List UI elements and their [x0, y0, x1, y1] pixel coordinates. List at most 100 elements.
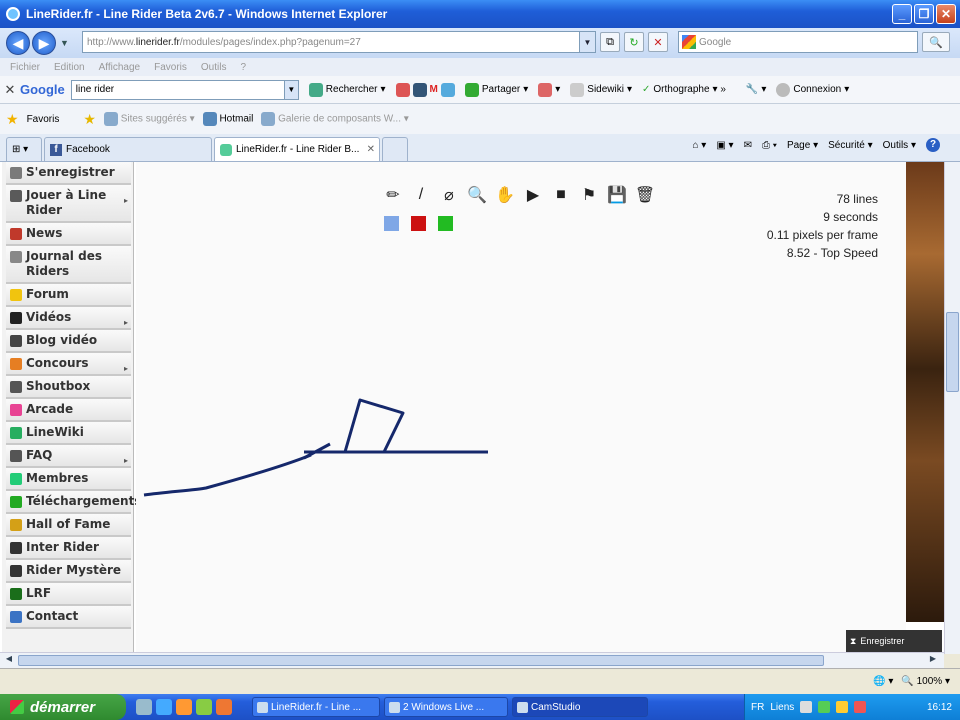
- new-tab-button[interactable]: [382, 137, 408, 161]
- menu-outils[interactable]: Outils: [201, 62, 227, 73]
- connexion-button[interactable]: Connexion ▾: [776, 82, 849, 97]
- media-icon[interactable]: [176, 699, 192, 715]
- tab-close-icon[interactable]: ✕: [367, 144, 375, 155]
- search-input[interactable]: Google: [678, 31, 918, 53]
- tray-icon-4[interactable]: [854, 701, 867, 713]
- sidebar-item-icon: [10, 473, 22, 485]
- sidebar-item-hall-of-fame[interactable]: Hall of Fame: [6, 514, 131, 537]
- search-button[interactable]: 🔍: [922, 32, 950, 52]
- tools-menu[interactable]: Outils ▾: [883, 140, 916, 151]
- tray-icon-1[interactable]: [800, 701, 813, 713]
- favorites-button[interactable]: Favoris: [27, 114, 60, 125]
- close-button[interactable]: ✕: [936, 4, 956, 24]
- hotmail-link[interactable]: Hotmail: [202, 112, 253, 126]
- address-bar[interactable]: http://www. linerider.fr/modules/pages/in…: [82, 31, 596, 53]
- address-dropdown-icon[interactable]: ▼: [579, 32, 595, 52]
- sidebar-item-jouer-à-line-rider[interactable]: Jouer à Line Rider ▸: [6, 185, 131, 223]
- suggested-sites-link[interactable]: Sites suggérés ▾: [103, 112, 195, 126]
- ie-launch-icon[interactable]: [156, 699, 172, 715]
- horizontal-scrollbar[interactable]: ◀ ▶: [0, 652, 944, 668]
- sidebar-item-inter-rider[interactable]: Inter Rider: [6, 537, 131, 560]
- desktop-icon[interactable]: [136, 699, 152, 715]
- sidebar-item-concours[interactable]: Concours ▸: [6, 353, 131, 376]
- history-dropdown-icon[interactable]: ▼: [60, 38, 69, 48]
- security-menu[interactable]: Sécurité ▾: [828, 140, 873, 151]
- maximize-button[interactable]: ❐: [914, 4, 934, 24]
- clock: 16:12: [926, 701, 952, 713]
- horizontal-scroll-thumb[interactable]: [18, 655, 824, 666]
- rechercher-label: Rechercher: [325, 84, 378, 95]
- page-menu[interactable]: Page ▾: [787, 140, 818, 151]
- sidebar-item-label: Téléchargements: [26, 494, 142, 508]
- stop-icon[interactable]: ✕: [648, 32, 668, 52]
- messenger-icon[interactable]: [196, 699, 212, 715]
- task-linerider[interactable]: LineRider.fr - Line ...: [252, 697, 380, 717]
- sidebar-item-s-enregistrer[interactable]: S'enregistrer: [6, 162, 131, 185]
- sidebar-item-rider-mystère[interactable]: Rider Mystère: [6, 560, 131, 583]
- sidebar-item-arcade[interactable]: Arcade: [6, 399, 131, 422]
- menu-affichage[interactable]: Affichage: [99, 62, 141, 73]
- task-windows-live[interactable]: 2 Windows Live ...: [384, 697, 508, 717]
- window-titlebar: LineRider.fr - Line Rider Beta 2v6.7 - W…: [0, 0, 960, 28]
- links-toolbar[interactable]: Liens: [770, 702, 794, 713]
- forward-button[interactable]: ▶: [32, 31, 56, 55]
- vertical-scrollbar[interactable]: [944, 162, 960, 654]
- minimize-button[interactable]: _: [892, 4, 912, 24]
- google-search-input[interactable]: line rider ▼: [70, 79, 299, 100]
- wrench-button[interactable]: 🔧 ▾: [746, 84, 766, 95]
- connexion-label: Connexion: [793, 84, 842, 95]
- sidebar-item-lrf[interactable]: LRF: [6, 583, 131, 606]
- sidebar-item-shoutbox[interactable]: Shoutbox: [6, 376, 131, 399]
- compat-view-icon[interactable]: ⧉: [600, 32, 620, 52]
- feeds-icon[interactable]: ▣ ▾: [716, 140, 733, 151]
- sidebar-item-forum[interactable]: Forum: [6, 284, 131, 307]
- home-icon[interactable]: ⌂ ▾: [692, 140, 706, 151]
- mail-icon[interactable]: ✉: [744, 140, 752, 151]
- sidewiki-button[interactable]: Sidewiki ▾: [570, 82, 632, 97]
- tray-icon-3[interactable]: [836, 701, 849, 713]
- google-dropdown-icon[interactable]: ▼: [283, 80, 298, 99]
- start-button[interactable]: démarrer: [0, 694, 126, 720]
- help-icon[interactable]: ?: [926, 138, 940, 152]
- sidebar-item-contact[interactable]: Contact: [6, 606, 131, 629]
- orthographe-button[interactable]: ✓ Orthographe ▾ »: [642, 84, 726, 95]
- translate-button[interactable]: ▾: [538, 82, 560, 97]
- menu-edition[interactable]: Edition: [54, 62, 85, 73]
- toolbar-icons[interactable]: M: [395, 82, 455, 97]
- scroll-right-icon[interactable]: ▶: [926, 654, 940, 667]
- line-rider-canvas[interactable]: ✏ / ⌀ 🔍 ✋ ▶ ■ ⚑ 💾 🗑 78 lines 9 seconds 0.11 pixel…: [136, 162, 906, 652]
- refresh-icon[interactable]: ↻: [624, 32, 644, 52]
- task-camstudio[interactable]: CamStudio: [512, 697, 648, 717]
- zoom-control[interactable]: 🔍 100% ▾: [901, 676, 950, 687]
- spellcheck-icon: ✓: [642, 84, 651, 95]
- back-button[interactable]: ◀: [6, 31, 30, 55]
- enregistrer-overlay[interactable]: ⧗ Enregistrer: [846, 630, 942, 652]
- tab-linerider[interactable]: LineRider.fr - Line Rider B... ✕: [214, 137, 380, 161]
- sidebar-item-faq[interactable]: FAQ ▸: [6, 445, 131, 468]
- sidebar-item-téléchargements[interactable]: Téléchargements: [6, 491, 141, 514]
- firefox-icon[interactable]: [216, 699, 232, 715]
- sidebar-item-vidéos[interactable]: Vidéos ▸: [6, 307, 131, 330]
- sidebar-item-journal-des-riders[interactable]: Journal des Riders: [6, 246, 131, 284]
- menu-favoris[interactable]: Favoris: [154, 62, 187, 73]
- rechercher-button[interactable]: Rechercher ▾: [308, 82, 386, 97]
- menu-fichier[interactable]: Fichier: [10, 62, 40, 73]
- tab-facebook[interactable]: f Facebook: [44, 137, 212, 161]
- sidebar-item-membres[interactable]: Membres: [6, 468, 131, 491]
- sidebar-item-linewiki[interactable]: LineWiki: [6, 422, 131, 445]
- add-favorite-icon[interactable]: ★: [83, 111, 96, 128]
- wrench-icon: 🔧: [745, 84, 759, 95]
- print-icon[interactable]: ⎙ ▾: [762, 140, 777, 151]
- scroll-left-icon[interactable]: ◀: [2, 654, 16, 667]
- side-banner-image: [906, 162, 944, 622]
- sidebar-item-blog-vidéo[interactable]: Blog vidéo: [6, 330, 131, 353]
- toolbar-close-icon[interactable]: ✕: [0, 82, 20, 98]
- quick-tabs-button[interactable]: ⊞ ▾: [6, 137, 42, 161]
- gallery-link[interactable]: Galerie de composants W... ▾: [261, 112, 409, 126]
- partager-button[interactable]: Partager ▾: [464, 82, 528, 97]
- tray-icon-2[interactable]: [818, 701, 831, 713]
- sidebar-item-news[interactable]: News: [6, 223, 131, 246]
- menu-help[interactable]: ?: [240, 62, 246, 73]
- vertical-scroll-thumb[interactable]: [946, 312, 959, 392]
- language-indicator[interactable]: FR: [751, 702, 764, 713]
